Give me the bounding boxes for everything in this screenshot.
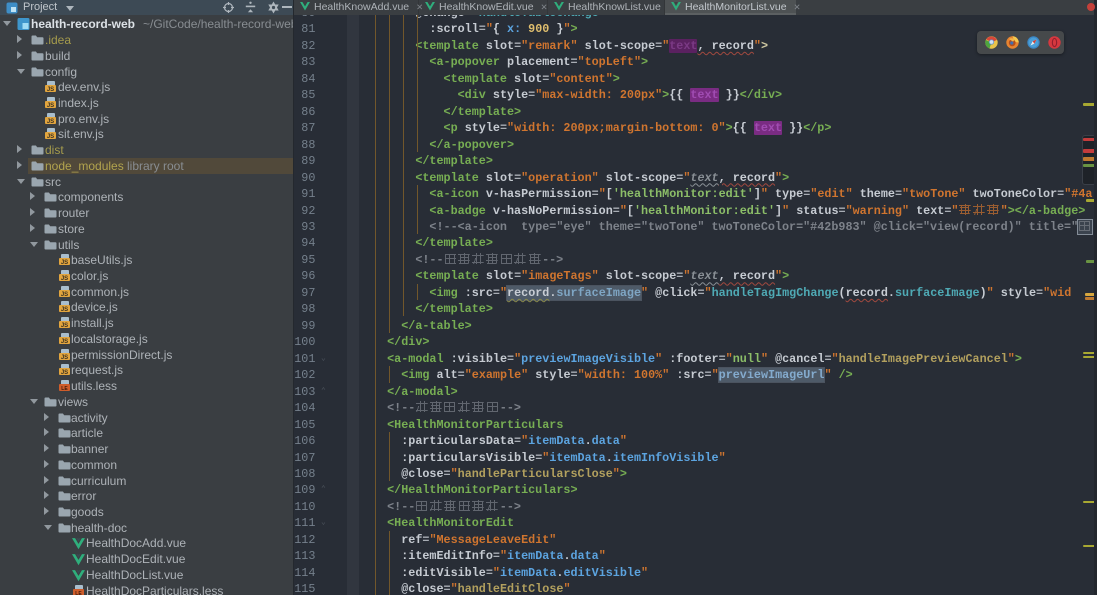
svg-text:LE: LE xyxy=(75,591,82,595)
svg-text:JS: JS xyxy=(61,276,68,282)
svg-text:JS: JS xyxy=(61,260,68,266)
svg-text:JS: JS xyxy=(61,370,68,376)
svg-text:JS: JS xyxy=(47,134,54,140)
svg-text:JS: JS xyxy=(47,103,54,109)
svg-text:JS: JS xyxy=(61,339,68,345)
svg-text:JS: JS xyxy=(61,355,68,361)
svg-text:LE: LE xyxy=(61,386,68,392)
svg-text:JS: JS xyxy=(61,292,68,298)
svg-text:JS: JS xyxy=(47,87,54,93)
svg-text:JS: JS xyxy=(61,323,68,329)
svg-text:JS: JS xyxy=(47,119,54,125)
svg-text:JS: JS xyxy=(61,307,68,313)
